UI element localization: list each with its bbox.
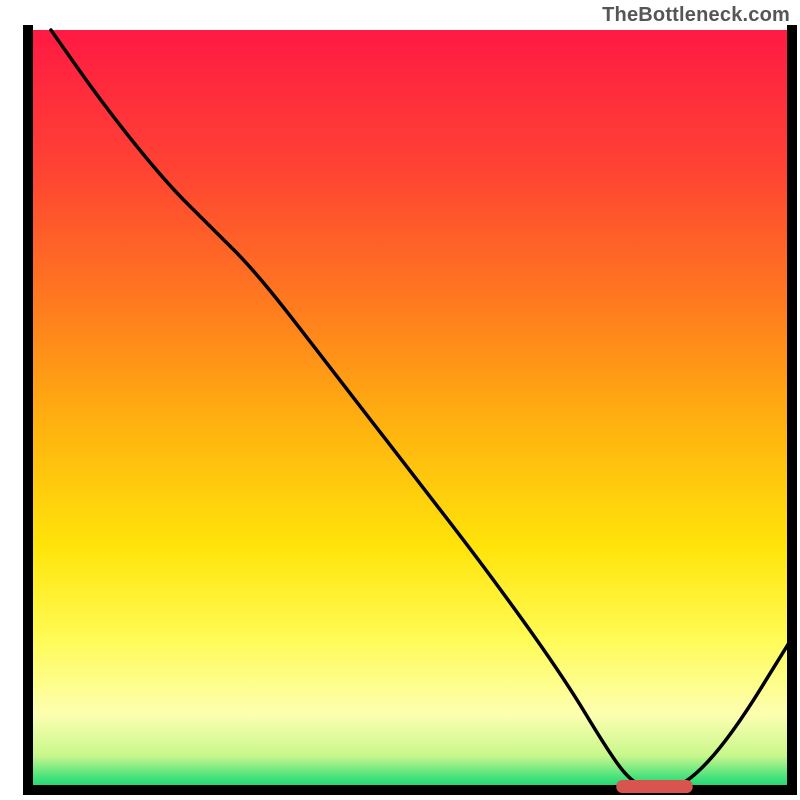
optimal-marker	[616, 780, 692, 793]
bottleneck-chart	[0, 0, 800, 800]
chart-container: TheBottleneck.com	[0, 0, 800, 800]
plot-background	[28, 30, 792, 790]
attribution-label: TheBottleneck.com	[602, 4, 790, 27]
